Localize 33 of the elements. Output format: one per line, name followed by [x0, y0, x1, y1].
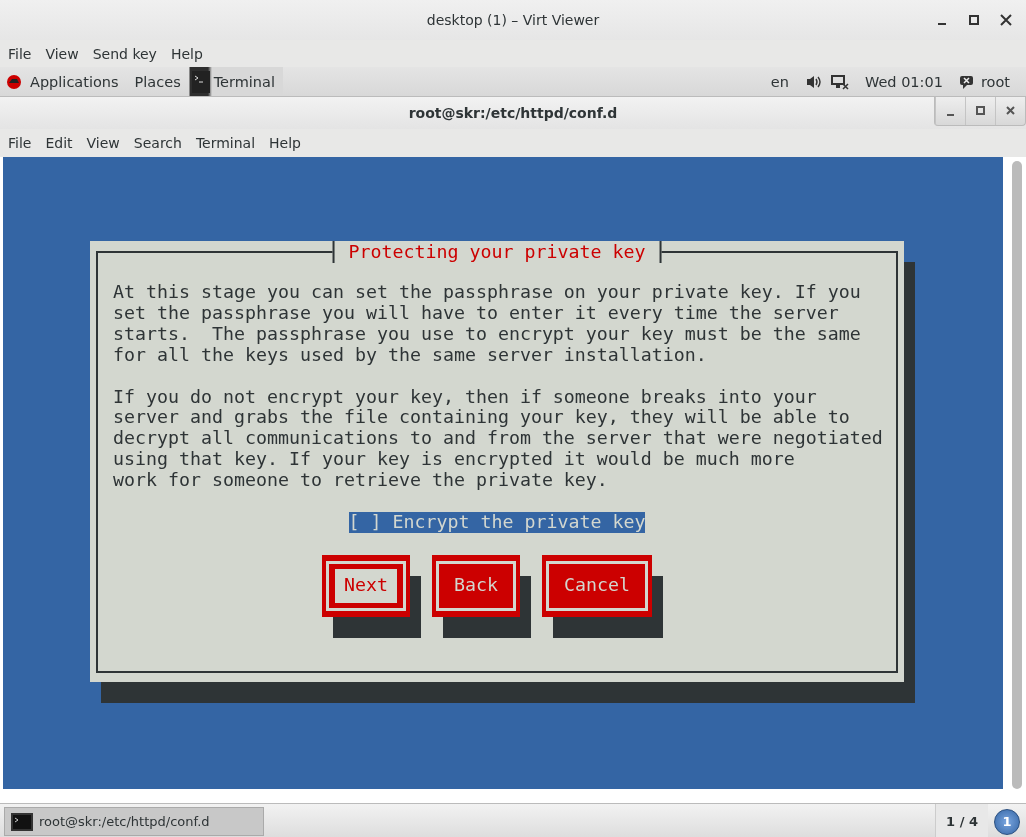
workspace-switcher[interactable]: 1 / 4	[935, 804, 988, 837]
dialog-button[interactable]: Cancel	[542, 554, 652, 617]
encrypt-checkbox[interactable]: [ ] Encrypt the private key	[348, 511, 646, 533]
menu-item[interactable]: View	[79, 135, 127, 151]
hat-icon	[6, 73, 22, 90]
window-title: desktop (1) – Virt Viewer	[426, 12, 600, 28]
terminal-icon	[11, 812, 33, 831]
network-icon[interactable]	[830, 73, 849, 90]
menu-item[interactable]: Applications	[22, 73, 127, 90]
menu-item[interactable]: File	[1, 135, 39, 151]
menu-item[interactable]: Edit	[38, 135, 80, 151]
user-menu[interactable]: root	[974, 73, 1010, 90]
menu-item[interactable]: View	[38, 45, 86, 62]
dialog-button[interactable]: Next	[322, 554, 410, 617]
language-indicator[interactable]: en	[762, 73, 797, 90]
window-title: root@skr:/etc/httpd/conf.d	[408, 105, 618, 121]
user-icon[interactable]	[958, 73, 975, 90]
dialog-button[interactable]: Back	[432, 554, 520, 617]
menu-item[interactable]: File	[1, 45, 39, 62]
menu-item[interactable]: Places	[126, 73, 189, 90]
scrollbar[interactable]	[1012, 161, 1022, 789]
menu-item[interactable]: Send key	[85, 45, 164, 62]
menu-item[interactable]: Help	[163, 45, 210, 62]
menu-item[interactable]: Terminal	[188, 135, 263, 151]
speaker-icon[interactable]	[804, 73, 823, 90]
menu-item[interactable]: Help	[262, 135, 308, 151]
paragraph: If you do not encrypt your key, then if someone breaks into your server and grabs the file containing your key, they will be able to decrypt all communications to and from the server that were negotiated using that key. If your key is encrypted it would be much more work for someone to retrieve the private key.	[113, 386, 884, 492]
clock[interactable]: Wed 01:01	[856, 73, 951, 90]
taskbar-button[interactable]: root@skr:/etc/httpd/conf.d	[4, 807, 264, 836]
dialog-title: Protecting your private key	[347, 241, 647, 263]
menu-item[interactable]: Search	[126, 135, 189, 151]
terminal-icon	[191, 70, 210, 93]
paragraph: At this stage you can set the passphrase on your private key. If you set the passphrase you will have to enter it every time the server starts. The passphrase you use to encrypt your key must be the same for all the keys used by the same server installation.	[113, 282, 862, 366]
